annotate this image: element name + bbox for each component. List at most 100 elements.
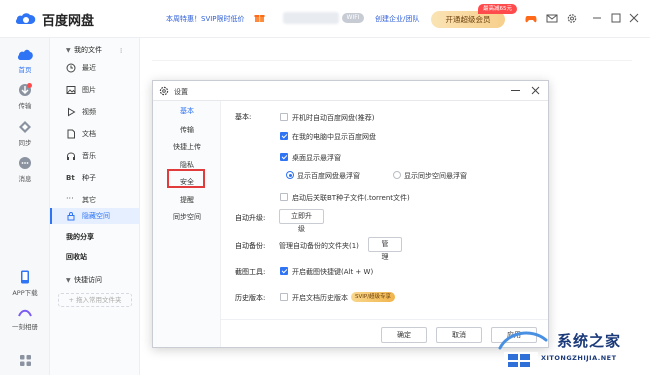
autostart-option-text: 开机时自动百度网盘(推荐) (292, 114, 375, 122)
show-in-my-computer-text: 在我的电脑中显示百度网盘 (292, 133, 376, 141)
blurred-username (283, 12, 339, 24)
settings-gear-icon (159, 86, 169, 96)
settings-tab-reminder[interactable]: 提醒 (153, 192, 221, 209)
settings-gear-icon[interactable] (566, 13, 578, 24)
watermark-url: XITONGZHIJIA.NET (541, 354, 617, 362)
phone-icon (21, 270, 29, 284)
nav-item-recent[interactable]: 最近 (50, 60, 140, 76)
float-netdisk-radio[interactable] (286, 171, 294, 179)
float-netdisk-text: 显示百度网盘悬浮窗 (297, 172, 360, 180)
bt-association-text: 启动后关联BT种子文件(.torrent文件) (292, 194, 410, 202)
nav-item-label: 隐藏空间 (82, 212, 110, 220)
headphone-icon (67, 152, 75, 160)
gift-icon[interactable] (254, 12, 265, 23)
settings-nav: 基本 传输 快捷上传 隐私 安全 提醒 同步空间 (153, 101, 221, 347)
album-icon (18, 309, 32, 317)
play-icon (68, 107, 76, 117)
dialog-close-icon[interactable] (530, 85, 541, 96)
nav-recycle-bin[interactable]: 回收站 (66, 252, 87, 262)
maximize-icon[interactable] (610, 12, 622, 24)
nav-item-label: 图片 (82, 86, 96, 94)
auto-backup-label: 自动备份: (235, 242, 266, 250)
caret-down-icon: ▼ (66, 277, 71, 284)
baidu-netdisk-logo-icon (15, 13, 36, 24)
app-title: 百度网盘 (42, 14, 95, 29)
add-common-folder-dropzone[interactable]: + 拖入常用文件夹 (58, 293, 132, 307)
rail-item-album[interactable]: 一刻相册 (0, 308, 50, 331)
upgrade-now-button[interactable]: 立即升级 (279, 209, 324, 233)
cloud-icon (17, 49, 33, 60)
mail-icon[interactable] (546, 13, 558, 24)
message-icon (19, 157, 31, 169)
nav-section-label: 我的文件 (74, 46, 102, 54)
rail-item-sync[interactable]: 同步 (0, 120, 50, 147)
security-tab-highlight (167, 169, 205, 188)
rail-item-message[interactable]: 消息 (0, 156, 50, 183)
manage-backup-button[interactable]: 管理 (368, 237, 402, 261)
rail-label: 首页 (18, 66, 32, 74)
minimize-icon[interactable] (591, 12, 603, 24)
rail-item-apps[interactable] (0, 354, 50, 367)
bt-association-checkbox[interactable] (280, 193, 288, 201)
sync-icon (19, 121, 31, 133)
float-sync-space-radio[interactable] (393, 171, 401, 179)
transfer-icon (19, 83, 32, 96)
nav-section-my-files[interactable]: ▼ 我的文件 (66, 45, 102, 55)
discount-badge: 最高减65元 (478, 4, 517, 14)
file-nav-panel: ▼ 我的文件 ⁞ 最近 图片 视频 文档 音乐 Bt 种子 ··· 其它 隐藏空间… (50, 38, 140, 375)
create-enterprise-link[interactable]: 创建企业/团队 (375, 14, 419, 24)
rail-item-home[interactable]: 首页 (0, 48, 50, 74)
game-icon[interactable] (525, 13, 537, 24)
desktop-float-window-text: 桌面显示悬浮窗 (292, 154, 341, 162)
nav-item-others[interactable]: ··· 其它 (50, 192, 140, 208)
settings-tab-transfer[interactable]: 传输 (153, 122, 221, 139)
history-version-checkbox[interactable] (280, 293, 288, 301)
autostart-checkbox[interactable] (280, 113, 288, 121)
left-rail: 首页 传输 同步 消息 APP下载 一刻相册 (0, 38, 50, 375)
promo-link[interactable]: 本周特惠！SVIP限时低价 (166, 14, 245, 24)
nav-item-label: 音乐 (82, 152, 96, 160)
nav-item-label: 种子 (82, 174, 96, 182)
backup-folders-text: 管理自动备份的文件夹(1) (279, 242, 359, 250)
dialog-title: 设置 (174, 88, 188, 96)
float-sync-space-text: 显示同步空间悬浮窗 (404, 172, 467, 180)
screenshot-hotkey-text: 开启截图快捷键(Alt + W) (292, 268, 374, 276)
rail-label: 一刻相册 (12, 323, 38, 331)
screenshot-hotkey-checkbox[interactable] (280, 267, 288, 275)
nav-item-label: 视频 (82, 108, 96, 116)
nav-item-documents[interactable]: 文档 (50, 126, 140, 142)
auto-upgrade-label: 自动升级: (235, 214, 266, 222)
divider (152, 60, 632, 61)
nav-section-label: 快捷访问 (74, 276, 102, 284)
dialog-minimize-icon[interactable] (511, 90, 520, 91)
clock-icon (66, 63, 76, 73)
desktop-float-window-checkbox[interactable] (280, 153, 288, 161)
settings-tab-sync-space[interactable]: 同步空间 (153, 209, 221, 226)
nav-item-hidden-space[interactable]: 隐藏空间 (50, 208, 140, 224)
nav-item-images[interactable]: 图片 (50, 82, 140, 98)
nav-item-videos[interactable]: 视频 (50, 104, 140, 120)
nav-my-share[interactable]: 我的分享 (66, 232, 94, 242)
collapse-icon[interactable]: ⁞ (120, 47, 122, 55)
close-icon[interactable] (628, 12, 640, 24)
settings-tab-quick-upload[interactable]: 快捷上传 (153, 139, 221, 156)
settings-tab-basic[interactable]: 基本 (153, 103, 221, 120)
nav-item-label: 其它 (82, 196, 96, 204)
rail-label: 传输 (18, 102, 32, 110)
nav-section-quick-access[interactable]: ▼ 快捷访问 (66, 275, 102, 285)
show-in-my-computer-checkbox[interactable] (280, 132, 288, 140)
nav-item-music[interactable]: 音乐 (50, 148, 140, 164)
rail-item-transfer[interactable]: 传输 (0, 83, 50, 110)
lock-icon (67, 212, 75, 221)
ok-button[interactable]: 确定 (381, 327, 427, 343)
rail-label: 同步 (18, 139, 32, 147)
basic-section-label: 基本: (235, 113, 252, 121)
wifi-badge: WIFI (342, 13, 364, 23)
dialog-titlebar[interactable]: 设置 (153, 81, 548, 101)
document-icon (67, 129, 75, 139)
caret-down-icon: ▼ (66, 47, 71, 54)
nav-item-torrent[interactable]: Bt 种子 (50, 170, 140, 186)
cancel-button[interactable]: 取消 (436, 327, 482, 343)
history-version-label: 历史版本: (235, 294, 266, 302)
rail-item-app-download[interactable]: APP下载 (0, 270, 50, 297)
